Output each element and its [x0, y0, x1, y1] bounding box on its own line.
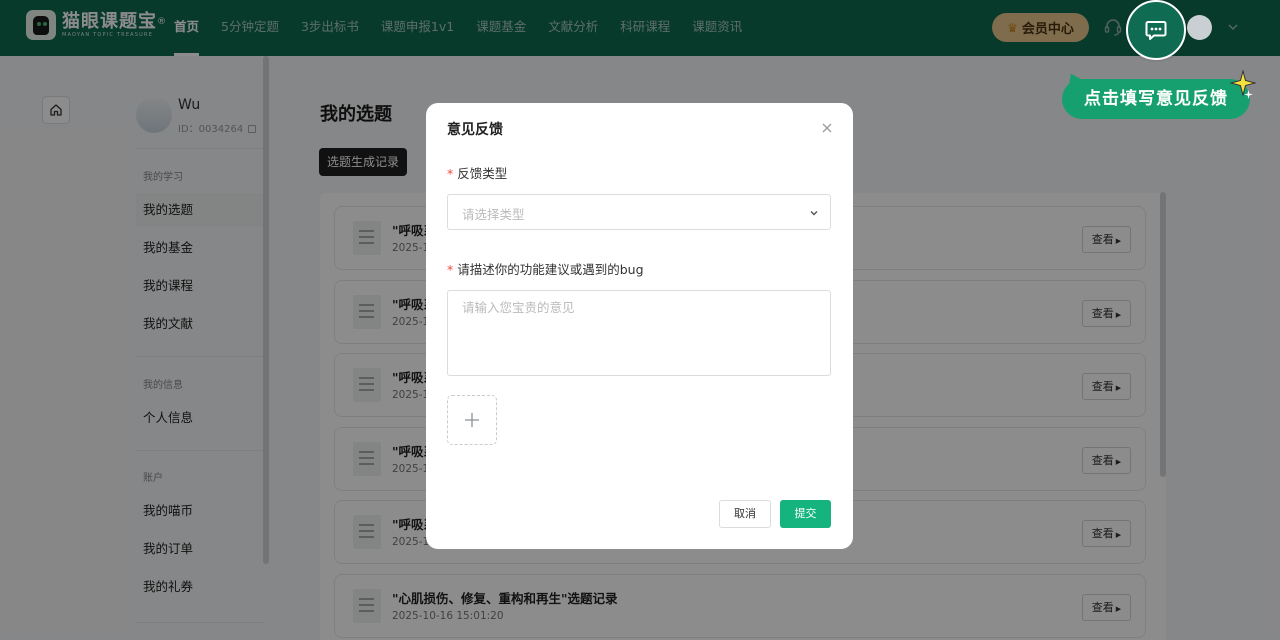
close-icon[interactable] — [820, 121, 834, 135]
cancel-button[interactable]: 取消 — [719, 500, 771, 528]
user-avatar[interactable] — [1187, 15, 1212, 40]
feedback-description-label: * 请描述你的功能建议或遇到的bug — [447, 262, 644, 277]
sparkle-small-icon — [1244, 90, 1253, 99]
feedback-button[interactable] — [1126, 0, 1186, 60]
dialog-title: 意见反馈 — [447, 122, 503, 138]
feedback-tooltip[interactable]: 点击填写意见反馈 — [1062, 79, 1250, 119]
plus-icon — [465, 413, 479, 427]
image-upload-button[interactable] — [447, 395, 497, 445]
submit-button[interactable]: 提交 — [780, 500, 831, 528]
required-mark: * — [447, 262, 454, 277]
feedback-type-select[interactable]: 请选择类型 — [447, 194, 831, 230]
feedback-type-placeholder: 请选择类型 — [462, 207, 525, 222]
chat-feedback-icon — [1145, 21, 1167, 40]
feedback-description-input[interactable] — [447, 290, 831, 376]
feedback-type-label: * 反馈类型 — [447, 166, 508, 181]
feedback-dialog: 意见反馈 *反馈类型 请选择类型 *请描述你的功能建议或遇到的bug 取消 提交 — [426, 103, 853, 549]
required-mark: * — [447, 166, 454, 181]
chevron-down-icon — [810, 211, 818, 216]
